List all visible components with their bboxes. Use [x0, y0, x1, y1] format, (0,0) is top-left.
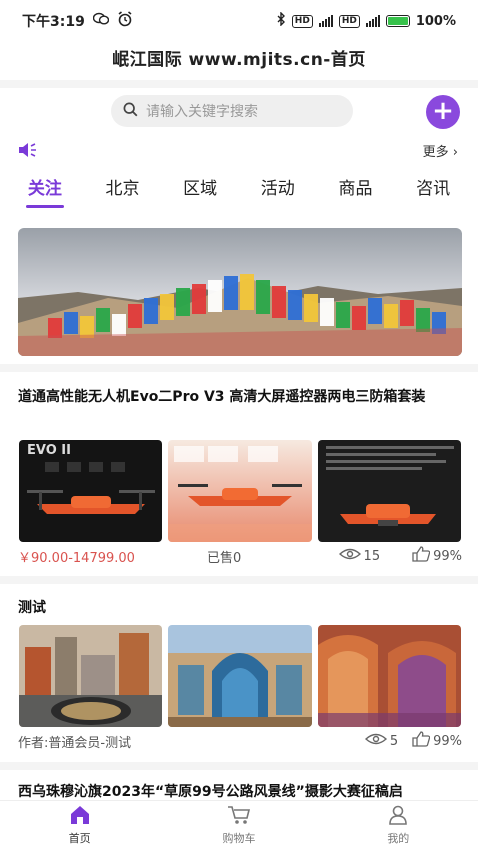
svg-text:EVO II: EVO II	[27, 443, 71, 458]
likes-stat[interactable]: 99%	[412, 546, 462, 566]
signal-icon-a	[318, 15, 333, 27]
views-count: 15	[363, 548, 381, 564]
plus-icon: +	[432, 96, 454, 126]
more-link[interactable]: 更多 ›	[423, 141, 458, 160]
divider	[0, 576, 478, 584]
tab-bar: 关注 北京 区域 活动 商品 咨讯	[0, 172, 478, 212]
tab-follow[interactable]: 关注	[24, 172, 66, 212]
search-row: 请输入关键字搜索 +	[0, 92, 478, 130]
tab-beijing[interactable]: 北京	[101, 172, 143, 212]
bottom-navigation: 首页 购物车 我的	[0, 800, 478, 850]
home-icon	[69, 805, 91, 828]
post-title[interactable]: 测试	[18, 595, 462, 621]
post-title[interactable]: 西乌珠穆沁旗2023年“草原99号公路风景线”摄影大赛征稿启	[18, 781, 462, 801]
battery-icon	[385, 15, 410, 27]
post-meta: ￥90.00-14799.00 已售0 15 99%	[18, 545, 462, 567]
speaker-icon	[18, 142, 38, 162]
thumbs-up-icon	[412, 731, 431, 751]
post-image[interactable]	[168, 440, 312, 542]
likes-stat[interactable]: 99%	[412, 731, 462, 751]
wechat-icon	[92, 12, 110, 30]
eye-icon	[338, 547, 361, 565]
bluetooth-icon	[277, 11, 286, 30]
user-icon	[388, 805, 408, 828]
nav-cart[interactable]: 购物车	[159, 801, 318, 850]
status-bar: 下午3:19 HD HD 100%	[0, 0, 478, 42]
nav-home[interactable]: 首页	[0, 801, 159, 850]
nav-profile-label: 我的	[387, 832, 410, 845]
sold-count: 已售0	[206, 550, 242, 566]
tab-activity[interactable]: 活动	[257, 172, 299, 212]
signal-icon-b	[365, 15, 380, 27]
post-author: 作者:普通会员-测试	[18, 735, 132, 751]
cart-icon	[227, 805, 251, 828]
views-stat: 15	[338, 547, 381, 565]
more-label: 更多	[422, 145, 449, 160]
likes-rate: 99%	[433, 733, 462, 749]
search-placeholder: 请输入关键字搜索	[146, 104, 258, 120]
post-image[interactable]	[317, 440, 461, 542]
price-range: ￥90.00-14799.00	[18, 550, 135, 566]
divider	[0, 762, 478, 770]
battery-percent: 100%	[415, 13, 456, 29]
alarm-icon	[117, 11, 133, 31]
tab-news[interactable]: 咨讯	[412, 172, 454, 212]
tab-region[interactable]: 区域	[179, 172, 221, 212]
page-title: 岷江国际 www.mjits.cn-首页	[112, 50, 366, 70]
banner-image[interactable]	[18, 228, 462, 356]
notice-bar: 更多 ›	[0, 138, 478, 164]
eye-icon	[364, 732, 387, 750]
nav-cart-label: 购物车	[222, 832, 256, 845]
post-thumbnails: EVO II	[19, 440, 461, 542]
post-meta: 作者:普通会员-测试 5 99%	[18, 730, 462, 752]
post-image[interactable]	[317, 625, 461, 727]
post-image[interactable]: EVO II	[19, 440, 163, 542]
nav-profile[interactable]: 我的	[319, 801, 478, 850]
tab-goods[interactable]: 商品	[334, 172, 376, 212]
likes-rate: 99%	[433, 548, 462, 564]
add-button[interactable]: +	[426, 95, 460, 129]
views-count: 5	[389, 733, 399, 749]
network-badge-a: HD	[291, 14, 313, 28]
divider	[0, 80, 478, 88]
network-badge-b: HD	[338, 14, 360, 28]
status-time: 下午3:19	[22, 14, 85, 30]
post-image[interactable]	[168, 625, 312, 727]
views-stat: 5	[364, 732, 399, 750]
search-icon	[123, 102, 138, 121]
post-thumbnails	[19, 625, 461, 727]
post-image[interactable]	[19, 625, 163, 727]
search-input[interactable]: 请输入关键字搜索	[111, 95, 353, 127]
chevron-right-icon: ›	[452, 145, 458, 160]
thumbs-up-icon	[412, 546, 431, 566]
nav-home-label: 首页	[68, 832, 91, 845]
post-title[interactable]: 道通高性能无人机Evo二Pro V3 高清大屏遥控器两电三防箱套装	[18, 384, 462, 410]
divider	[0, 364, 478, 372]
